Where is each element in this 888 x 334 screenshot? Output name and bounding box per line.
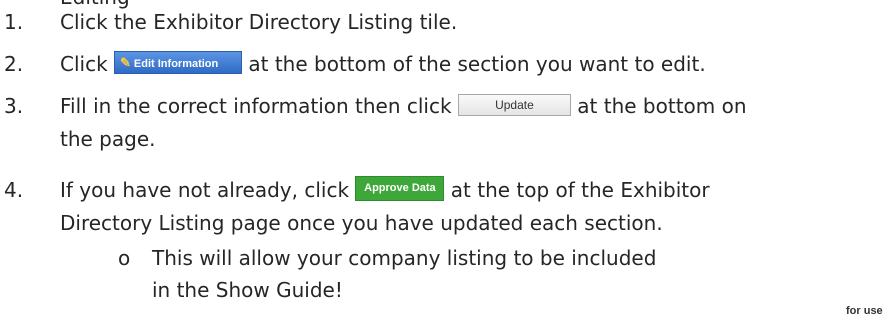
step-text-after: at the bottom on	[577, 94, 747, 118]
step-number: 4.	[4, 178, 24, 202]
step-text: If you have not already, click Approve D…	[60, 174, 710, 207]
step-text: Fill in the correct information then cli…	[60, 90, 747, 123]
step-text-before: Fill in the correct information then cli…	[60, 94, 452, 118]
instructions-page: Editing 1. Click the Exhibitor Directory…	[0, 0, 888, 334]
step-text-before: If you have not already, click	[60, 178, 350, 202]
step-text-line2: Directory Listing page once you have upd…	[60, 211, 663, 235]
step-number: 1.	[4, 10, 24, 34]
cropped-side-note: for use	[846, 305, 883, 317]
approve-data-button[interactable]: Approve Data	[355, 176, 445, 201]
step-number: 2.	[4, 52, 24, 76]
sub-bullet-text-line2: in the Show Guide!	[152, 278, 343, 302]
step-text: Click ✎ Edit Information at the bottom of…	[60, 48, 706, 81]
pencil-icon: ✎	[120, 55, 131, 70]
bullet-marker: o	[118, 246, 131, 270]
step-text-after: at the bottom of the section you want to…	[248, 52, 706, 76]
step-text-after: at the top of the Exhibitor	[450, 178, 710, 202]
sub-bullet-text: This will allow your company listing to …	[152, 246, 657, 270]
step-text-line2: the page.	[60, 127, 156, 151]
step-text-before: Click	[60, 52, 108, 76]
update-button[interactable]: Update	[457, 93, 571, 116]
edit-information-button[interactable]: ✎ Edit Information	[114, 51, 243, 74]
edit-information-label: Edit Information	[133, 58, 219, 70]
step-number: 3.	[4, 94, 24, 118]
step-text: Click the Exhibitor Directory Listing ti…	[60, 10, 458, 34]
